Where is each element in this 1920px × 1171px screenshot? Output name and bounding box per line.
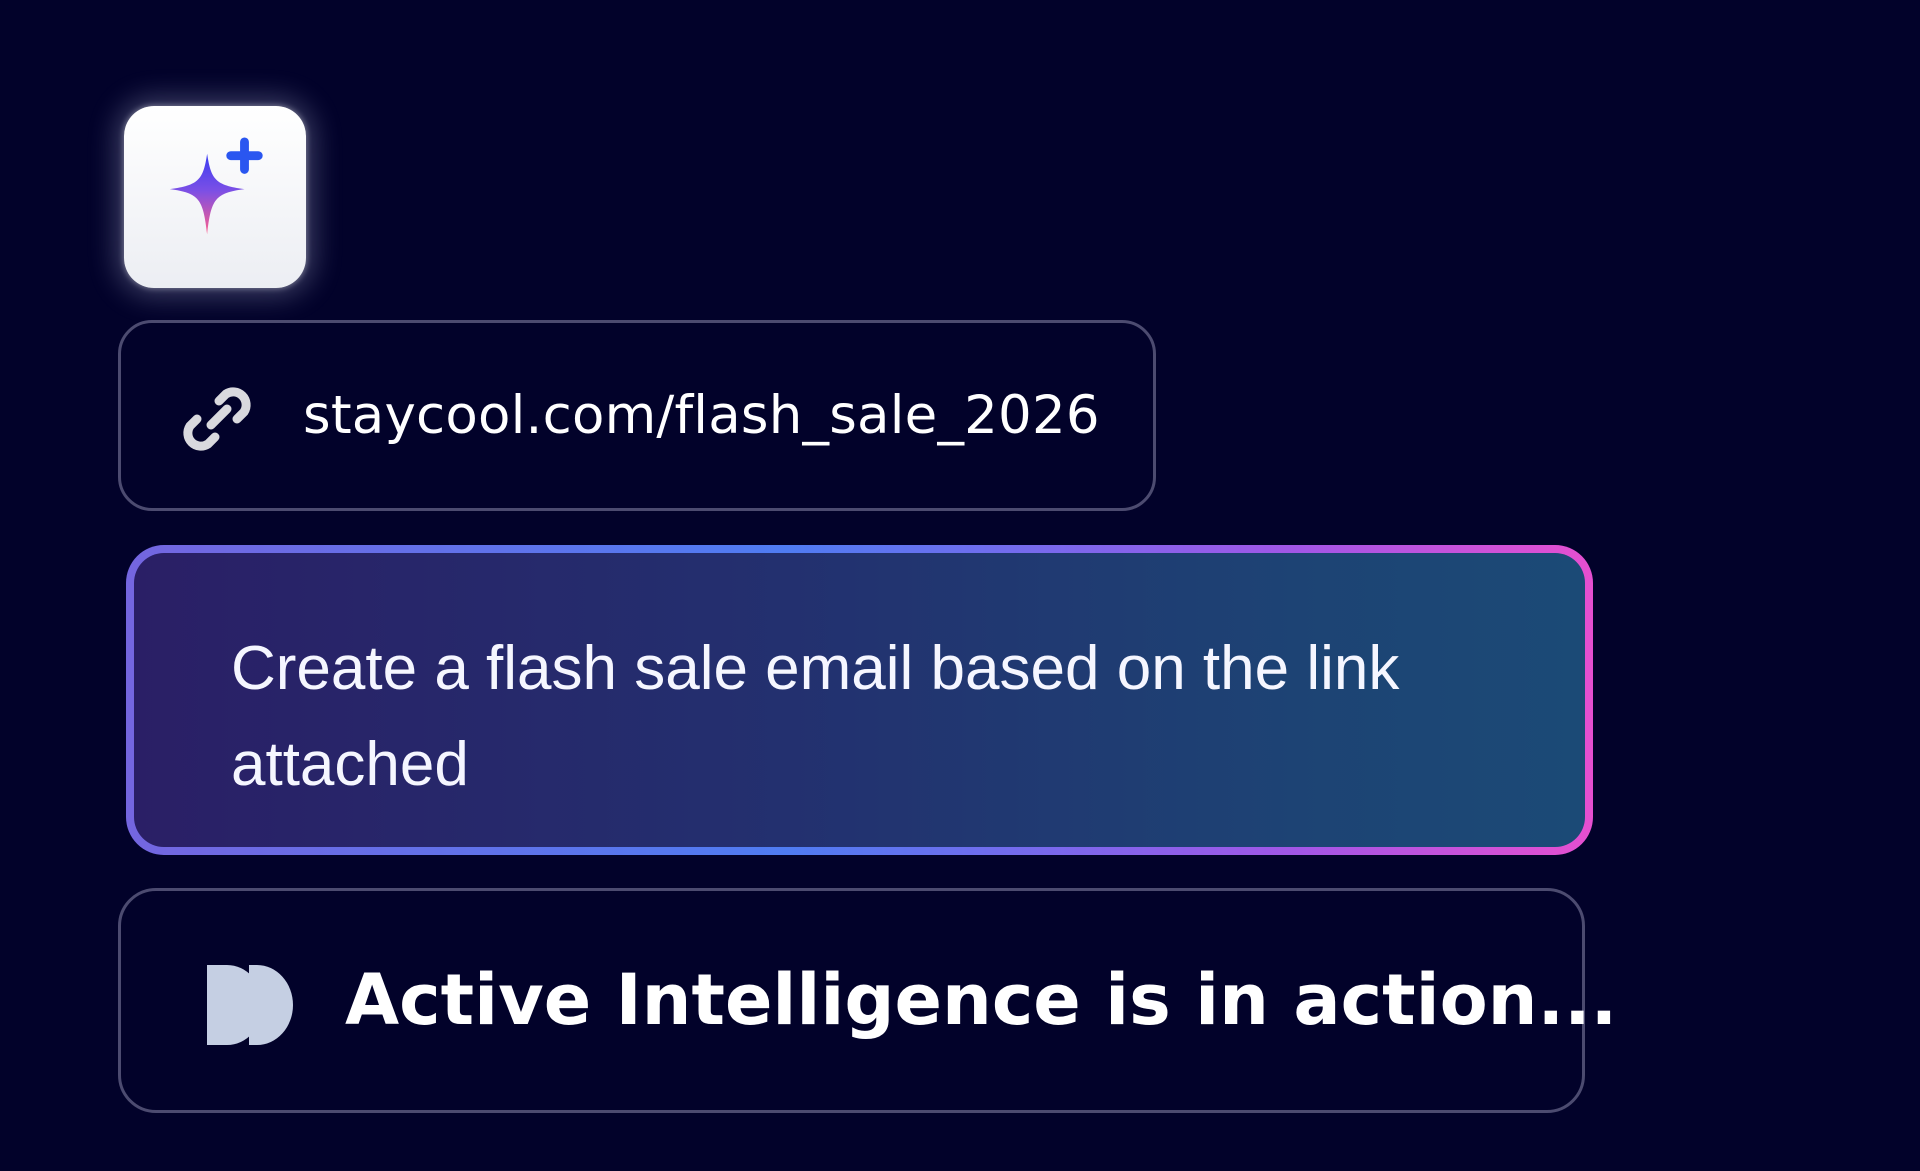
link-icon — [177, 379, 257, 459]
attached-link-chip[interactable]: staycool.com/flash_sale_2026 — [118, 320, 1156, 511]
sparkle-plus-icon — [156, 136, 274, 258]
status-indicator: Active Intelligence is in action... — [118, 888, 1617, 1113]
status-text: Active Intelligence is in action... — [345, 959, 1618, 1041]
prompt-box[interactable]: Create a flash sale email based on the l… — [126, 545, 1593, 855]
prompt-box-inner: Create a flash sale email based on the l… — [134, 553, 1585, 847]
double-play-icon — [205, 961, 293, 1049]
prompt-text: Create a flash sale email based on the l… — [231, 634, 1400, 799]
ai-assistant-badge — [124, 106, 306, 288]
attached-link-url[interactable]: staycool.com/flash_sale_2026 — [303, 323, 1100, 508]
